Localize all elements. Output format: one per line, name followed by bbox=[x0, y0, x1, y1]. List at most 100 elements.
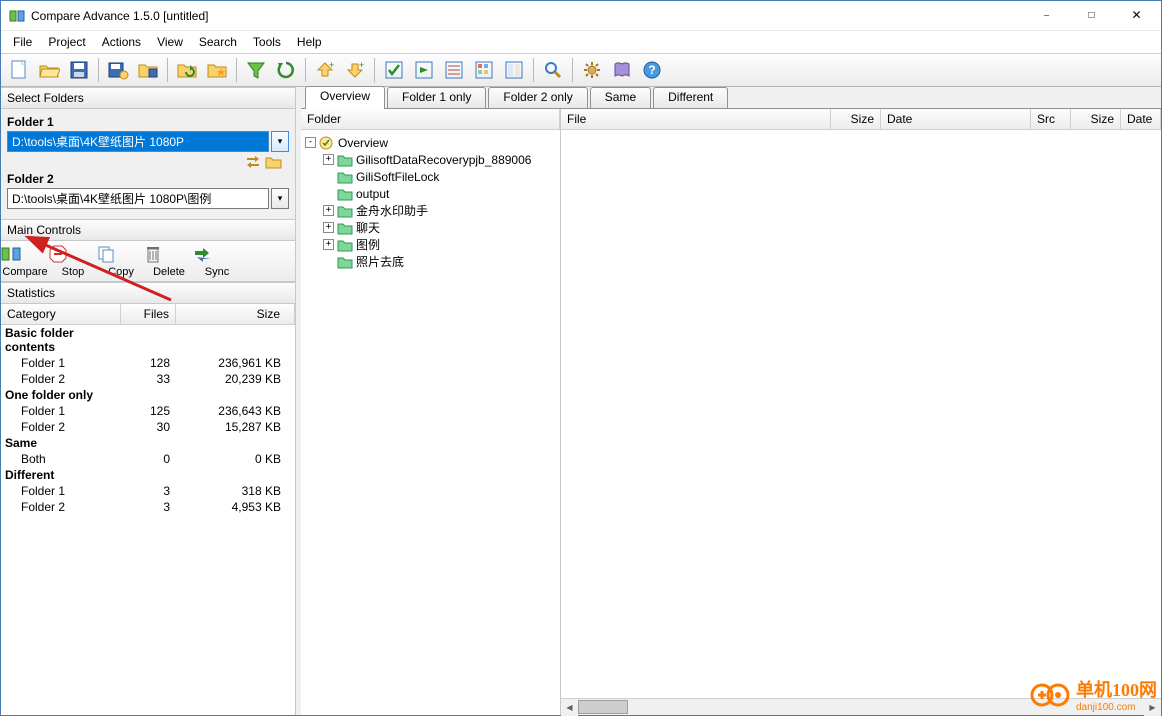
sync-button[interactable]: Sync bbox=[193, 241, 241, 281]
close-button[interactable]: ✕ bbox=[1114, 1, 1159, 30]
open-icon[interactable] bbox=[35, 56, 63, 84]
browse-folder-icon[interactable] bbox=[265, 154, 283, 170]
stat-row[interactable]: Folder 1128236,961 KB bbox=[1, 355, 295, 371]
menu-search[interactable]: Search bbox=[191, 33, 245, 51]
stat-group: Basic folder contents bbox=[1, 325, 295, 355]
folder1-label: Folder 1 bbox=[7, 115, 289, 129]
svg-text:+: + bbox=[329, 60, 334, 70]
search-icon[interactable] bbox=[539, 56, 567, 84]
menu-file[interactable]: File bbox=[5, 33, 40, 51]
expand-icon[interactable]: + bbox=[323, 239, 334, 250]
menu-tools[interactable]: Tools bbox=[245, 33, 289, 51]
tree-item-label[interactable]: output bbox=[356, 187, 389, 201]
scroll-thumb[interactable] bbox=[578, 700, 628, 714]
saveas-icon[interactable] bbox=[104, 56, 132, 84]
check-icon[interactable] bbox=[380, 56, 408, 84]
tree-item[interactable]: + GilisoftDataRecoverypjb_889006 bbox=[303, 151, 558, 168]
list-icon[interactable] bbox=[440, 56, 468, 84]
menu-actions[interactable]: Actions bbox=[94, 33, 149, 51]
copy-button[interactable]: Copy bbox=[97, 241, 145, 281]
file-columns: File Size Date Src Size Date bbox=[561, 109, 1161, 130]
stat-row[interactable]: Folder 234,953 KB bbox=[1, 499, 295, 515]
expand-icon[interactable]: + bbox=[323, 222, 334, 233]
folder2-dropdown[interactable]: ▾ bbox=[271, 188, 289, 209]
statistics-header: Statistics bbox=[1, 282, 295, 304]
tab-folder1-only[interactable]: Folder 1 only bbox=[387, 87, 486, 108]
uncheck-right-icon[interactable] bbox=[410, 56, 438, 84]
folder-icon bbox=[337, 170, 353, 184]
export-down-icon[interactable]: + bbox=[341, 56, 369, 84]
stat-row[interactable]: Folder 1125236,643 KB bbox=[1, 403, 295, 419]
folder-star-icon[interactable] bbox=[203, 56, 231, 84]
stop-button[interactable]: Stop bbox=[49, 241, 97, 281]
refresh-icon[interactable] bbox=[272, 56, 300, 84]
tree-item[interactable]: 照片去底 bbox=[303, 253, 558, 270]
help-icon[interactable]: ? bbox=[638, 56, 666, 84]
stat-row[interactable]: Folder 23015,287 KB bbox=[1, 419, 295, 435]
maximize-button[interactable]: □ bbox=[1069, 1, 1114, 30]
watermark-logo: 单机100网 danji100.com bbox=[1030, 676, 1157, 713]
new-icon[interactable] bbox=[5, 56, 33, 84]
grid2-icon[interactable] bbox=[500, 56, 528, 84]
tree-item-label[interactable]: 金舟水印助手 bbox=[356, 202, 428, 219]
app-icon bbox=[9, 8, 25, 24]
export-up-icon[interactable]: + bbox=[311, 56, 339, 84]
tree-item[interactable]: + 金舟水印助手 bbox=[303, 202, 558, 219]
menu-project[interactable]: Project bbox=[40, 33, 93, 51]
menu-view[interactable]: View bbox=[149, 33, 191, 51]
compare-button[interactable]: Compare bbox=[1, 241, 49, 281]
folder-icon bbox=[337, 187, 353, 201]
book-icon[interactable] bbox=[608, 56, 636, 84]
tree-item-label[interactable]: 聊天 bbox=[356, 219, 380, 236]
tab-different[interactable]: Different bbox=[653, 87, 728, 108]
tree-col-header[interactable]: Folder bbox=[301, 109, 560, 129]
folder-icon bbox=[337, 238, 353, 252]
collapse-icon[interactable]: - bbox=[305, 137, 316, 148]
swap-folders-icon[interactable] bbox=[245, 154, 263, 170]
minimize-button[interactable]: ‒ bbox=[1024, 1, 1069, 30]
tree-item[interactable]: output bbox=[303, 185, 558, 202]
window-title: Compare Advance 1.5.0 [untitled] bbox=[31, 9, 1024, 23]
tab-overview[interactable]: Overview bbox=[305, 86, 385, 108]
tree-root[interactable]: Overview bbox=[338, 136, 388, 150]
stat-row[interactable]: Folder 13318 KB bbox=[1, 483, 295, 499]
logo-icon bbox=[1030, 682, 1072, 708]
overview-icon bbox=[319, 136, 335, 150]
tree-item-label[interactable]: 照片去底 bbox=[356, 253, 404, 270]
grid1-icon[interactable] bbox=[470, 56, 498, 84]
tab-same[interactable]: Same bbox=[590, 87, 651, 108]
svg-text:+: + bbox=[359, 60, 364, 70]
tree-item-label[interactable]: GilisoftDataRecoverypjb_889006 bbox=[356, 153, 531, 167]
expand-icon[interactable]: + bbox=[323, 205, 334, 216]
expand-icon[interactable]: + bbox=[323, 154, 334, 165]
folder1-input[interactable] bbox=[7, 131, 269, 152]
tree-item[interactable]: + 图例 bbox=[303, 236, 558, 253]
folder-tree[interactable]: - Overview + GilisoftDataRecoverypjb_8890… bbox=[301, 130, 560, 715]
scroll-left-icon[interactable]: ◀ bbox=[561, 699, 578, 716]
stat-row[interactable]: Both00 KB bbox=[1, 451, 295, 467]
menu-help[interactable]: Help bbox=[289, 33, 330, 51]
file-list[interactable] bbox=[561, 130, 1161, 698]
delete-button[interactable]: Delete bbox=[145, 241, 193, 281]
folder1-dropdown[interactable]: ▾ bbox=[271, 131, 289, 152]
tabs: Overview Folder 1 only Folder 2 only Sam… bbox=[301, 87, 1161, 109]
save-folder-icon[interactable] bbox=[134, 56, 162, 84]
stat-group: One folder only bbox=[1, 387, 295, 403]
menu-bar: File Project Actions View Search Tools H… bbox=[1, 31, 1161, 53]
folder-refresh-icon[interactable] bbox=[173, 56, 201, 84]
tree-item[interactable]: + 聊天 bbox=[303, 219, 558, 236]
folder2-input[interactable] bbox=[7, 188, 269, 209]
main-controls-header: Main Controls bbox=[1, 219, 295, 241]
tab-folder2-only[interactable]: Folder 2 only bbox=[488, 87, 587, 108]
statistics-body: Basic folder contentsFolder 1128236,961 … bbox=[1, 325, 295, 715]
stat-row[interactable]: Folder 23320,239 KB bbox=[1, 371, 295, 387]
save-icon[interactable] bbox=[65, 56, 93, 84]
tree-item[interactable]: GiliSoftFileLock bbox=[303, 168, 558, 185]
tree-pane: Folder - Overview + GilisoftDataRecoveryp… bbox=[301, 109, 561, 715]
filter-icon[interactable] bbox=[242, 56, 270, 84]
folder-icon bbox=[337, 255, 353, 269]
tree-item-label[interactable]: 图例 bbox=[356, 236, 380, 253]
folder-icon bbox=[337, 221, 353, 235]
gear-icon[interactable] bbox=[578, 56, 606, 84]
tree-item-label[interactable]: GiliSoftFileLock bbox=[356, 170, 439, 184]
